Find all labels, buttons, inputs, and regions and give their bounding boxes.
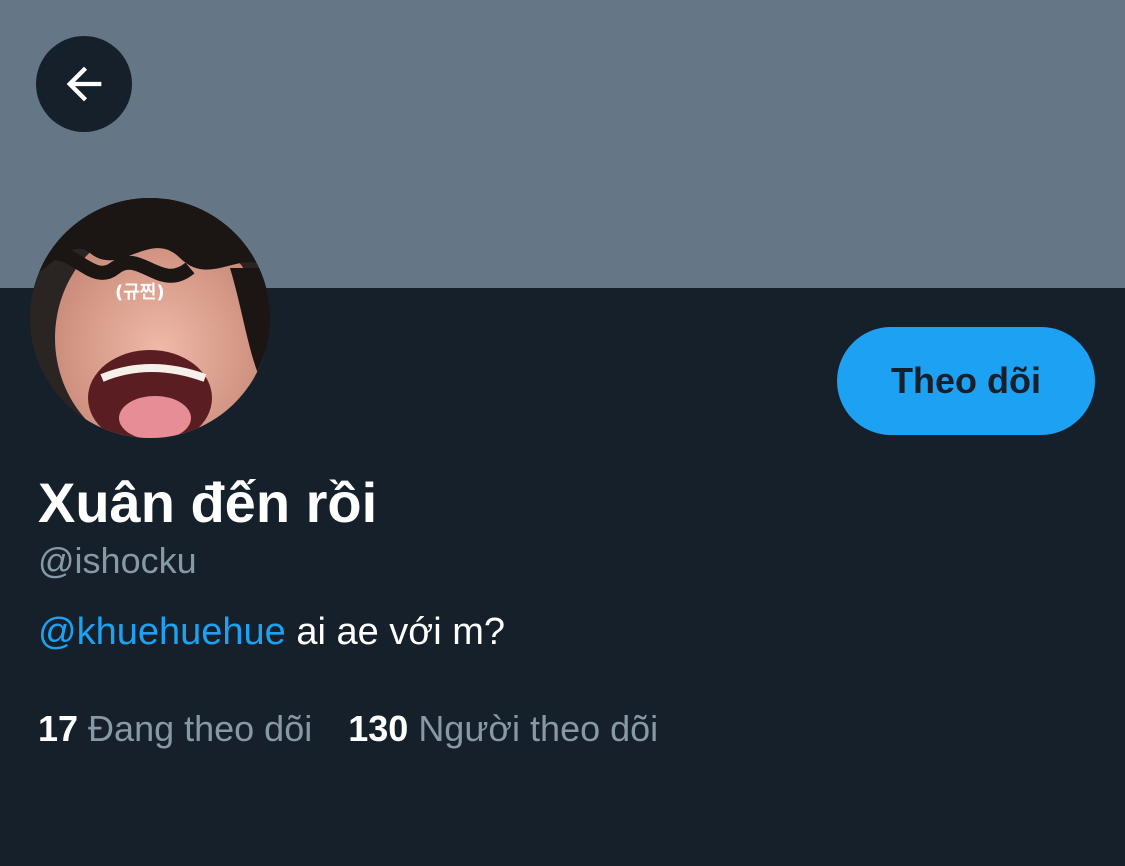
- bio-text: ai ae với m?: [285, 611, 506, 653]
- following-count: 17: [38, 708, 79, 749]
- followers-count: 130: [348, 708, 409, 749]
- bio-mention-link[interactable]: @khuehuehue: [38, 611, 286, 653]
- follow-button[interactable]: Theo dõi: [837, 327, 1095, 435]
- avatar[interactable]: (규찐): [30, 198, 270, 438]
- user-handle: @ishocku: [38, 540, 197, 581]
- avatar-caption: (규찐): [115, 282, 165, 303]
- arrow-left-icon: [66, 66, 102, 102]
- following-label: Đang theo dõi: [88, 708, 313, 749]
- bio: @khuehuehue ai ae với m?: [38, 610, 505, 654]
- followers-stat[interactable]: 130 Người theo dõi: [348, 708, 658, 750]
- profile-stats: 17 Đang theo dõi 130 Người theo dõi: [38, 708, 658, 750]
- display-name: Xuân đến rồi: [38, 471, 378, 534]
- followers-label: Người theo dõi: [418, 708, 659, 749]
- back-button[interactable]: [36, 36, 132, 132]
- following-stat[interactable]: 17 Đang theo dõi: [38, 708, 312, 750]
